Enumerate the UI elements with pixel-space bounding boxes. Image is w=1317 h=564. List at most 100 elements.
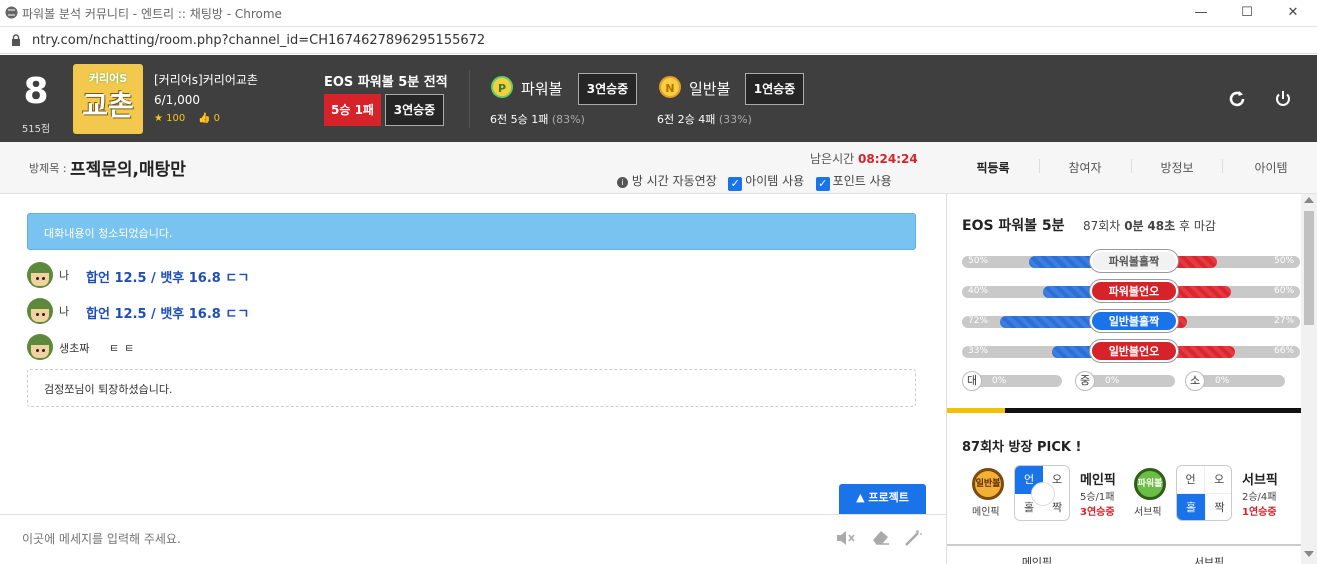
normalball-label: 일반볼 — [689, 80, 731, 98]
eraser-icon[interactable] — [870, 529, 890, 545]
room-subheader: 방제목 : 프젝문의,매탕만 남은시간 08:24:24 i 방 시간 자동연장… — [0, 142, 1317, 194]
avatar[interactable] — [27, 334, 53, 360]
scroll-up-arrow[interactable] — [1304, 197, 1314, 203]
sub-pick-streak: 1연승중 — [1242, 507, 1277, 518]
leave-user: 검정쪼 — [44, 383, 75, 396]
avatar[interactable] — [27, 262, 53, 288]
pick-cell[interactable]: 짝 — [1205, 494, 1231, 520]
room-stats: ★ 100 👍 0 — [154, 113, 220, 124]
main-pick-grid: 언 오 홀 짝 — [1014, 465, 1070, 521]
bar-track — [970, 375, 1062, 387]
powerball-label: 파워볼 — [521, 80, 563, 98]
tab-divider — [1222, 159, 1223, 173]
room-header: 8 515점 커리어S 교촌 [커리어s]커리어교촌 6/1,000 ★ 100… — [0, 55, 1317, 142]
item-use-label[interactable]: 아이템 사용 — [745, 174, 804, 188]
sub-pick-label: 서브픽 — [1134, 507, 1162, 518]
record-title: EOS 파워볼 5분 전적 — [324, 75, 448, 90]
thumbs-up-icon: 👍 — [197, 113, 211, 124]
room-name: [커리어s]커리어교촌 — [154, 73, 258, 87]
member-count: 6/1,000 — [154, 93, 201, 107]
room-title: 프젝문의,매탕만 — [70, 160, 186, 180]
pick-center-dot — [1031, 482, 1055, 506]
powerball-streak-badge: 3연승중 — [578, 73, 637, 105]
point-use-label[interactable]: 포인트 사용 — [833, 174, 892, 188]
powerball-icon: P — [491, 76, 513, 98]
main-pick-icon: 일반볼 — [972, 468, 1004, 500]
tab-participants[interactable]: 참여자 — [1050, 159, 1120, 176]
scroll-thumb[interactable] — [1304, 211, 1314, 325]
pick-cell[interactable]: 오 — [1205, 466, 1231, 494]
game-panel: EOS 파워볼 5분 87회차 0분 48초 후 마감 50% 50% 파워볼홀… — [946, 194, 1301, 564]
rank-number: 8 — [23, 71, 49, 112]
size-bar-large: 대 0% — [962, 371, 1067, 391]
tab-items[interactable]: 아이템 — [1236, 159, 1306, 176]
leave-notice: 검정쪼님이 퇴장하셨습니다. — [27, 369, 916, 407]
size-pct: 0% — [1215, 376, 1230, 386]
sub-pick-record: 2승/4패 — [1242, 492, 1277, 503]
pick-cell[interactable]: 언 — [1177, 466, 1205, 494]
normalball-streak-badge: 1연승중 — [745, 73, 804, 105]
tab-divider — [1131, 159, 1132, 173]
main-pick-title: 메인픽 — [1080, 473, 1116, 488]
bar-left-pct: 33% — [968, 346, 989, 356]
bar-right-pct: 50% — [1274, 256, 1295, 266]
chat-user[interactable]: 생초짜 — [59, 340, 89, 356]
header-divider — [469, 70, 470, 128]
size-label: 소 — [1185, 371, 1205, 391]
pick-cell[interactable]: 홀 — [1177, 494, 1205, 520]
chat-message: 생초짜 ㅌㅌ — [27, 334, 527, 360]
scroll-down-arrow[interactable] — [1304, 551, 1314, 557]
item-use-checkbox[interactable]: ✓ — [728, 177, 743, 191]
window-title: 파워볼 분석 커뮤니티 - 엔트리 :: 채팅방 - Chrome — [22, 7, 282, 21]
scrollbar[interactable] — [1301, 194, 1317, 564]
address-bar[interactable]: ntry.com/nchatting/room.php?channel_id=C… — [0, 27, 1317, 54]
project-button[interactable]: ▲ 프로젝트 — [839, 484, 926, 514]
size-label: 대 — [962, 371, 982, 391]
remaining-time: 남은시간 08:24:24 — [810, 152, 918, 166]
leave-text: 님이 퇴장하셨습니다. — [74, 383, 173, 396]
chat-text: 합언 12.5 / 뱃후 16.8 ㄷㄱ — [86, 271, 250, 286]
bar-label: 일반볼언오 — [1090, 340, 1178, 362]
auto-extend-label[interactable]: 방 시간 자동연장 — [632, 174, 717, 188]
size-pct: 0% — [1105, 376, 1120, 386]
point-use-checkbox[interactable]: ✓ — [815, 177, 830, 191]
size-label: 중 — [1075, 371, 1095, 391]
game-round-info: 87회차 0분 48초 후 마감 — [1083, 219, 1216, 233]
tab-pick-register[interactable]: 픽등록 — [958, 159, 1028, 176]
main-pick-label: 메인픽 — [972, 507, 1000, 518]
rank-points: 515점 — [21, 124, 51, 135]
bar-label: 파워볼언오 — [1090, 280, 1178, 302]
sub-pick-title: 서브픽 — [1242, 473, 1278, 488]
lock-icon — [12, 34, 20, 46]
mute-icon[interactable] — [836, 531, 856, 545]
progress-bar-fill — [947, 408, 1005, 413]
bar-label: 일반볼홀짝 — [1090, 310, 1178, 332]
bet-ratio-row: 50% 50% 파워볼홀짝 — [962, 250, 1300, 272]
bar-right-pct: 66% — [1274, 346, 1295, 356]
chat-user[interactable]: 나 — [59, 267, 69, 283]
close-button[interactable]: ✕ — [1270, 0, 1316, 27]
main-pick-streak: 3연승중 — [1080, 507, 1115, 518]
footer-sub-pick: 서브픽 — [1193, 556, 1225, 564]
size-pct: 0% — [992, 376, 1007, 386]
minimize-button[interactable]: — — [1178, 0, 1224, 27]
bar-left-pct: 40% — [968, 286, 989, 296]
bar-track — [1193, 375, 1285, 387]
powerball-stat: 6전 5승 1패 (83%) — [490, 113, 585, 126]
url-text: ntry.com/nchatting/room.php?channel_id=C… — [32, 33, 486, 48]
power-icon[interactable] — [1274, 90, 1292, 108]
chat-message: 나 합언 12.5 / 뱃후 16.8 ㄷㄱ — [27, 298, 527, 324]
magic-wand-icon[interactable] — [904, 529, 922, 547]
bar-left-pct: 50% — [968, 256, 989, 266]
maximize-button[interactable]: ☐ — [1224, 0, 1270, 27]
tab-room-info[interactable]: 방정보 — [1142, 159, 1212, 176]
bet-ratio-row: 40% 60% 파워볼언오 — [962, 280, 1300, 302]
pick-title: 87회차 방장 PICK ! — [962, 440, 1082, 455]
chat-input[interactable] — [22, 527, 812, 551]
avatar[interactable] — [27, 298, 53, 324]
chat-text: ㅌㅌ — [109, 342, 140, 355]
info-icon: i — [617, 177, 628, 188]
refresh-icon[interactable] — [1228, 90, 1246, 108]
chat-user[interactable]: 나 — [59, 303, 69, 319]
chat-message: 나 합언 12.5 / 뱃후 16.8 ㄷㄱ — [27, 262, 527, 288]
